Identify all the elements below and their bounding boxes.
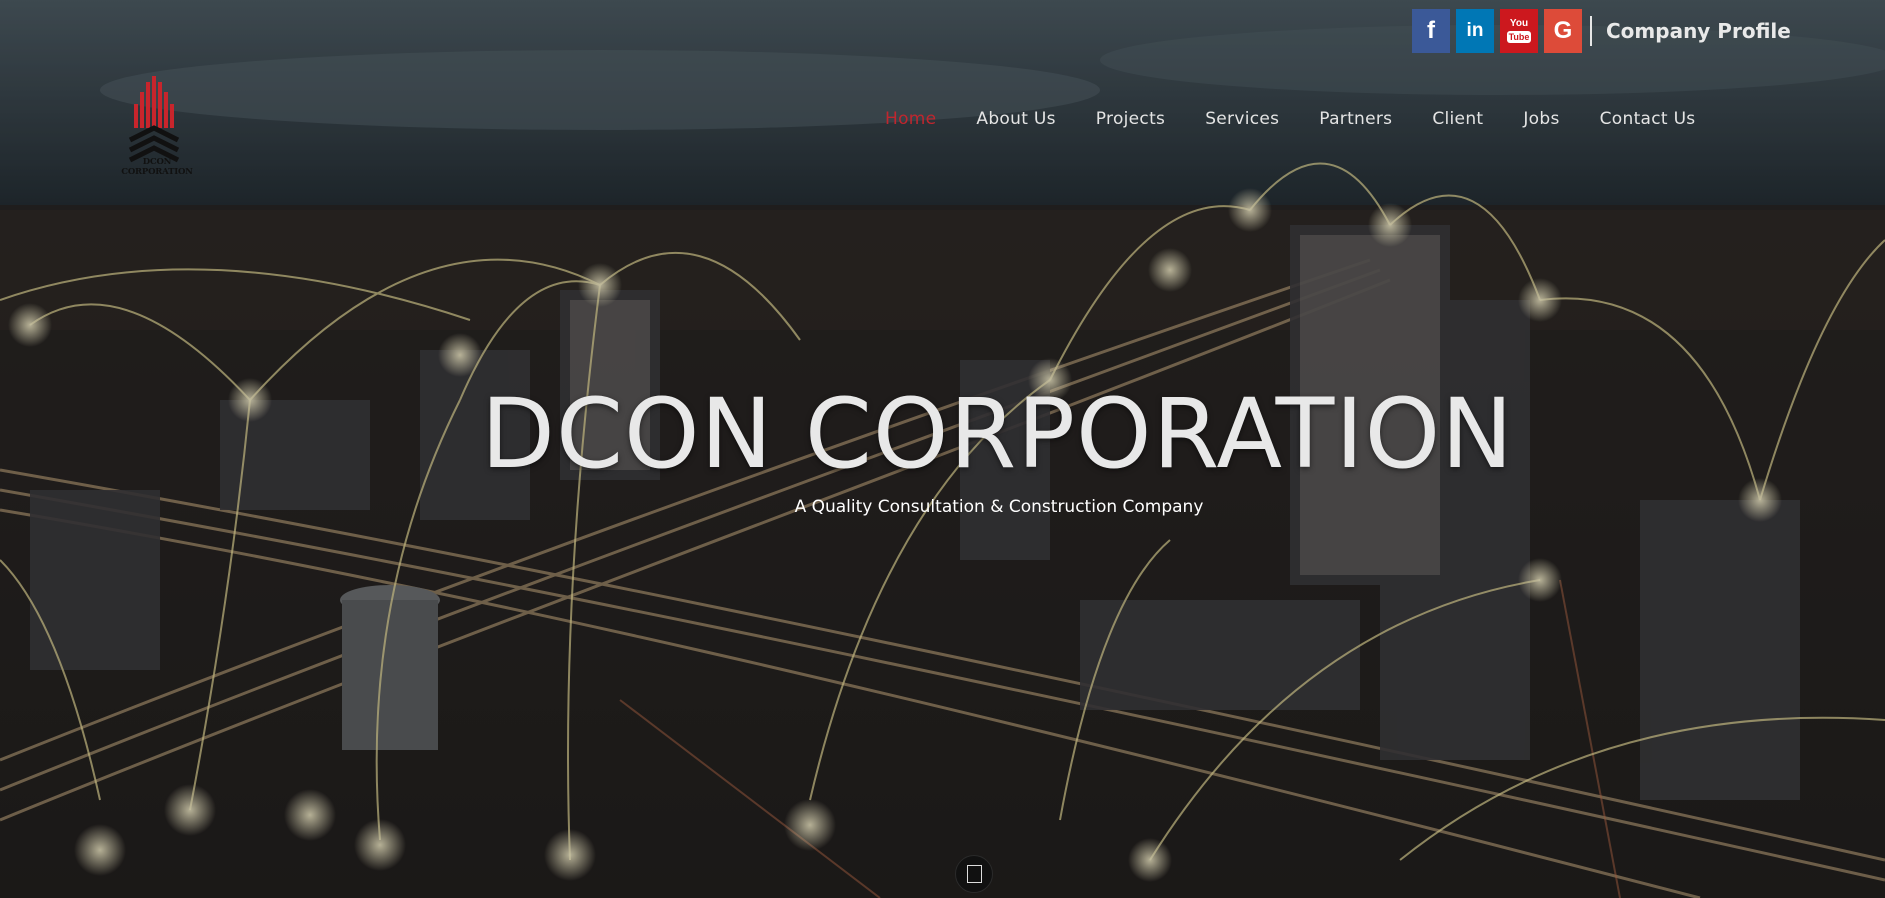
- youtube-icon[interactable]: You Tube: [1500, 9, 1538, 53]
- logo-text: DCON CORPORATION: [121, 157, 193, 177]
- nav-item-contact-us[interactable]: Contact Us: [1600, 109, 1696, 129]
- company-profile-link[interactable]: Company Profile: [1606, 19, 1791, 43]
- scroll-down-button[interactable]: [955, 855, 993, 893]
- nav-item-partners[interactable]: Partners: [1319, 109, 1392, 129]
- main-nav: Home About Us Projects Services Partners…: [885, 109, 1735, 129]
- hero-subtitle: A Quality Consultation & Construction Co…: [794, 497, 1204, 517]
- facebook-glyph: f: [1427, 17, 1435, 44]
- nav-item-home[interactable]: Home: [885, 109, 936, 129]
- social-bar: f in You Tube G Company Profile: [1412, 9, 1791, 53]
- social-divider: [1590, 16, 1592, 46]
- nav-item-services[interactable]: Services: [1205, 109, 1279, 129]
- linkedin-glyph: in: [1466, 20, 1484, 41]
- nav-item-projects[interactable]: Projects: [1096, 109, 1165, 129]
- nav-item-about-us[interactable]: About Us: [976, 109, 1055, 129]
- scroll-down-icon: [966, 865, 982, 883]
- google-glyph: G: [1553, 17, 1573, 44]
- facebook-icon[interactable]: f: [1412, 9, 1450, 53]
- youtube-glyph-top: You: [1509, 18, 1529, 29]
- nav-item-jobs[interactable]: Jobs: [1523, 109, 1559, 129]
- linkedin-icon[interactable]: in: [1456, 9, 1494, 53]
- hero-title: DCON CORPORATION: [481, 378, 1514, 490]
- google-plus-icon[interactable]: G: [1544, 9, 1582, 53]
- nav-item-client[interactable]: Client: [1432, 109, 1483, 129]
- youtube-glyph-bottom: Tube: [1506, 31, 1532, 43]
